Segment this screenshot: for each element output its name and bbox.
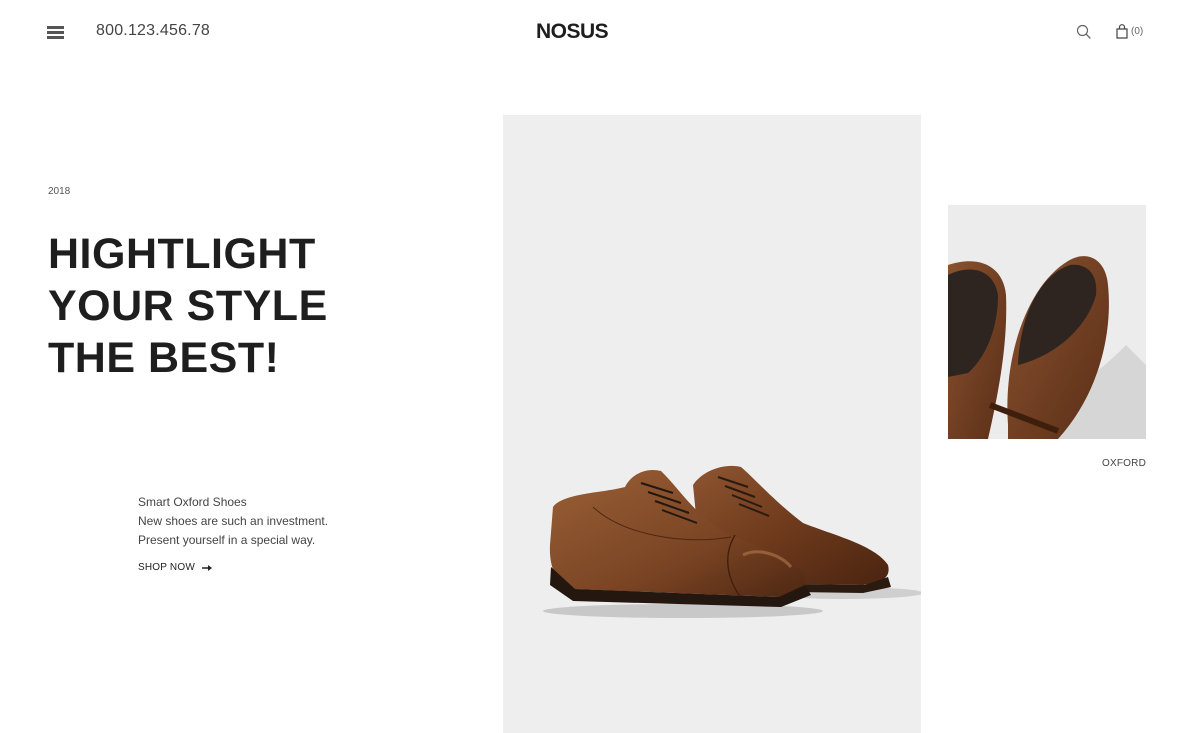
hamburger-menu-icon[interactable]: [47, 24, 65, 41]
cart-button[interactable]: (0): [1116, 23, 1143, 39]
description-line: New shoes are such an investment.: [138, 514, 329, 528]
product-label-oxford[interactable]: OXFORD: [1102, 458, 1146, 469]
headline-line-1: HIGHTLIGHT: [48, 230, 316, 278]
headline-line-2: YOUR STYLE: [48, 282, 328, 330]
oxford-shoes-pair-image: [543, 465, 921, 618]
hero-headline: HIGHTLIGHT YOUR STYLE THE BEST!: [48, 228, 328, 384]
description-title: Smart Oxford Shoes: [138, 495, 247, 509]
search-icon[interactable]: [1076, 24, 1092, 40]
shop-now-label: SHOP NOW: [138, 562, 195, 573]
hero-description: Smart Oxford Shoes New shoes are such an…: [138, 493, 328, 550]
arrow-right-icon: [201, 564, 212, 571]
year-label: 2018: [48, 186, 71, 197]
phone-number[interactable]: 800.123.456.78: [96, 22, 210, 40]
shopping-bag-icon: [1116, 23, 1128, 39]
cart-count: (0): [1131, 25, 1144, 37]
shop-now-link[interactable]: SHOP NOW: [138, 562, 213, 573]
description-line: Present yourself in a special way.: [138, 533, 316, 547]
shoe-sole-image: [948, 256, 1146, 439]
main-product-image[interactable]: [503, 115, 921, 733]
side-product-image[interactable]: [948, 205, 1146, 439]
logo[interactable]: NOSUS: [536, 20, 609, 44]
page: 800.123.456.78 NOSUS (0) 2018 HIGHTLIGHT…: [0, 0, 1189, 733]
headline-line-3: THE BEST!: [48, 334, 280, 382]
